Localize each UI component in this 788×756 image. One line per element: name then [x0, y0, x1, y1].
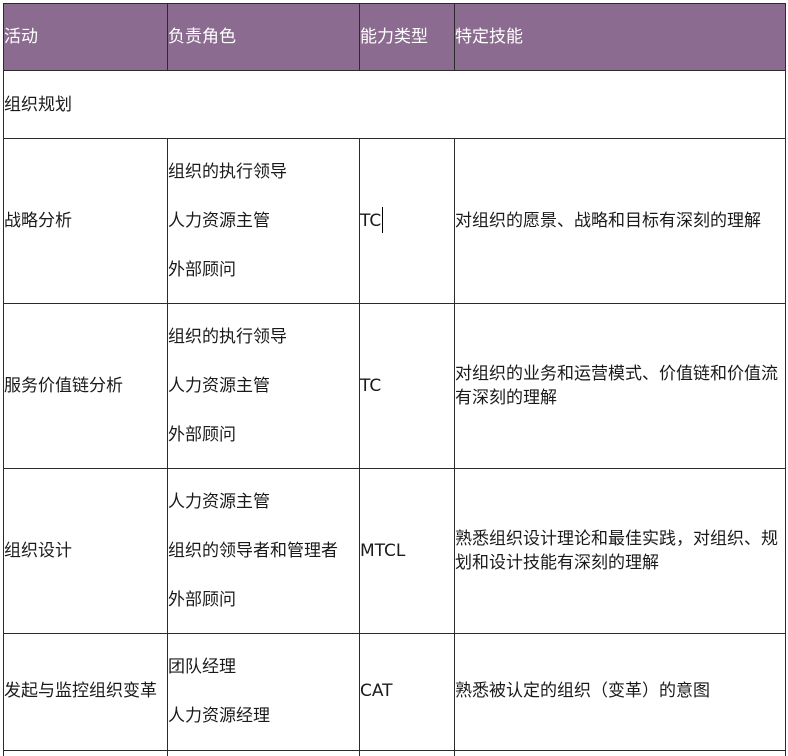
activity-text: 发起与监控组织变革 — [4, 681, 158, 701]
text-cursor — [382, 207, 384, 233]
table-header-row: 活动 负责角色 能力类型 特定技能 — [3, 3, 786, 71]
roles-cell[interactable]: 人力资源主管 组织的领导者和管理者 外部顾问 — [167, 468, 360, 634]
skill-cell[interactable]: 熟悉被认定的组织（变革）的意图 — [454, 633, 786, 751]
capability-cell[interactable]: TC — [359, 138, 455, 304]
roles-cell[interactable]: 组织的执行领导 人力资源主管 外部顾问 — [167, 138, 360, 304]
table-row-partial — [3, 750, 786, 756]
skill-text: 熟悉被认定的组织（变革）的意图 — [455, 681, 711, 701]
empty-cell[interactable] — [3, 750, 168, 756]
skill-cell[interactable]: 熟悉组织设计理论和最佳实践，对组织、规划和设计技能有深刻的理解 — [454, 468, 786, 634]
skill-cell[interactable]: 对组织的业务和运营模式、价值链和价值流有深刻的理解 — [454, 303, 786, 469]
header-activity: 活动 — [3, 3, 168, 71]
role-item: 组织的执行领导 — [168, 161, 288, 182]
capability-cell[interactable]: MTCL — [359, 468, 455, 634]
table-row: 战略分析 组织的执行领导 人力资源主管 外部顾问 TC 对组织的愿景、战略和目标… — [3, 138, 786, 304]
header-role: 负责角色 — [167, 3, 360, 71]
capability-cell[interactable]: TC — [359, 303, 455, 469]
section-label[interactable]: 组织规划 — [3, 70, 786, 139]
capability-text: TC — [360, 211, 382, 231]
header-skill: 特定技能 — [454, 3, 786, 71]
role-item: 人力资源主管 — [168, 491, 271, 512]
empty-cell[interactable] — [454, 750, 786, 756]
capability-cell[interactable]: CAT — [359, 633, 455, 751]
skill-cell[interactable]: 对组织的愿景、战略和目标有深刻的理解 — [454, 138, 786, 304]
competency-table: 活动 负责角色 能力类型 特定技能 组织规划 战略分析 组织的执行领导 人力资源… — [3, 3, 786, 756]
role-item: 人力资源经理 — [168, 706, 271, 726]
role-item: 外部顾问 — [168, 424, 237, 445]
activity-cell[interactable]: 发起与监控组织变革 — [3, 633, 168, 751]
document-page: 活动 负责角色 能力类型 特定技能 组织规划 战略分析 组织的执行领导 人力资源… — [0, 0, 788, 756]
role-item: 组织的执行领导 — [168, 326, 288, 347]
empty-cell[interactable] — [167, 750, 360, 756]
activity-cell[interactable]: 服务价值链分析 — [3, 303, 168, 469]
role-item: 外部顾问 — [168, 589, 237, 610]
role-item: 人力资源主管 — [168, 375, 271, 396]
activity-cell[interactable]: 组织设计 — [3, 468, 168, 634]
section-row: 组织规划 — [3, 70, 786, 139]
table-row: 发起与监控组织变革 团队经理 人力资源经理 CAT 熟悉被认定的组织（变革）的意… — [3, 633, 786, 751]
table-row: 服务价值链分析 组织的执行领导 人力资源主管 外部顾问 TC 对组织的业务和运营… — [3, 303, 786, 469]
table-row: 组织设计 人力资源主管 组织的领导者和管理者 外部顾问 MTCL 熟悉组织设计理… — [3, 468, 786, 634]
capability-text: CAT — [360, 681, 393, 701]
roles-cell[interactable]: 团队经理 人力资源经理 — [167, 633, 360, 751]
header-capability: 能力类型 — [359, 3, 455, 71]
roles-cell[interactable]: 组织的执行领导 人力资源主管 外部顾问 — [167, 303, 360, 469]
activity-cell[interactable]: 战略分析 — [3, 138, 168, 304]
role-item: 外部顾问 — [168, 259, 237, 280]
role-item: 组织的领导者和管理者 — [168, 540, 339, 561]
empty-cell[interactable] — [359, 750, 455, 756]
role-item: 团队经理 — [168, 657, 237, 677]
role-item: 人力资源主管 — [168, 210, 271, 231]
